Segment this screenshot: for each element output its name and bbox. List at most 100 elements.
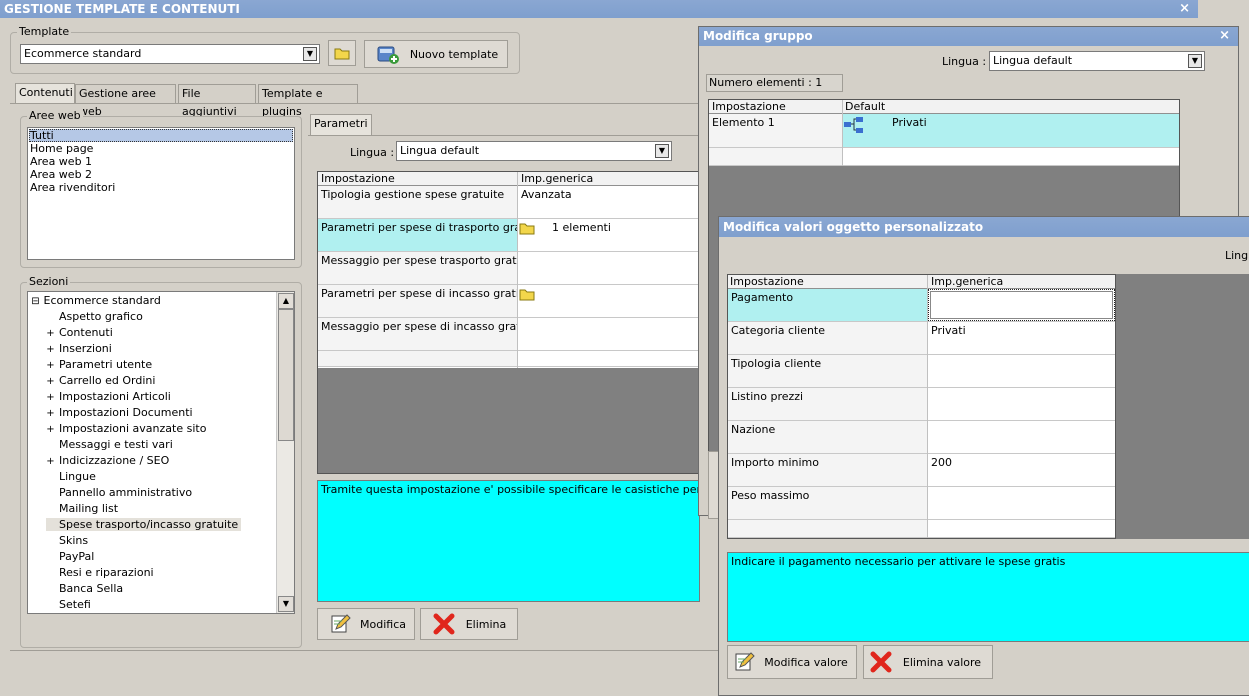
elimina-valore-button[interactable]: Elimina valore [863, 645, 993, 679]
tree-item[interactable]: Banca Sella [46, 582, 123, 595]
lingua-select[interactable]: Lingua default ▼ [396, 141, 672, 161]
table-cell: Messaggio per spese di incasso gratis [318, 318, 517, 350]
tree-item[interactable]: + Inserzioni [46, 342, 112, 355]
modifica-button[interactable]: Modifica [317, 608, 415, 640]
chevron-down-icon[interactable]: ▼ [303, 47, 317, 61]
expand-icon[interactable]: + [46, 360, 55, 371]
tree-item[interactable]: + Carrello ed Ordini [46, 374, 155, 387]
list-item[interactable]: Home page [30, 142, 93, 155]
tree-item[interactable]: + Impostazioni Documenti [46, 406, 192, 419]
gruppo-lingua-select[interactable]: Lingua default ▼ [989, 51, 1205, 71]
table-row[interactable]: Pagamento [728, 289, 1115, 322]
elimina-button[interactable]: Elimina [420, 608, 518, 640]
table-row[interactable]: Messaggio per spese di incasso gratis [318, 318, 699, 351]
scroll-up-icon[interactable]: ▲ [278, 293, 294, 309]
tree-item-label: Resi e riparazioni [59, 566, 154, 579]
modifica-label: Modifica [360, 617, 406, 631]
expand-icon[interactable]: + [46, 328, 55, 339]
list-item[interactable]: Tutti [30, 129, 54, 142]
expand-icon[interactable]: + [46, 376, 55, 387]
tree-item[interactable]: Mailing list [46, 502, 118, 515]
table-cell-value[interactable] [928, 388, 1115, 420]
open-template-button[interactable] [328, 40, 356, 66]
list-item[interactable]: Area web 2 [30, 168, 92, 181]
list-item[interactable]: Area rivenditori [30, 181, 115, 194]
oggetto-titlebar: Modifica valori oggetto personalizzato [719, 217, 1249, 237]
collapse-icon[interactable]: ⊟ [31, 296, 40, 307]
tree-item[interactable]: + Parametri utente [46, 358, 152, 371]
tree-item[interactable]: + Contenuti [46, 326, 112, 339]
table-cell-value[interactable]: 1 elementi [518, 219, 699, 251]
table-row[interactable]: Elemento 1 Privati [709, 114, 1179, 148]
expand-icon[interactable]: + [46, 392, 55, 403]
tree-item[interactable]: PayPal [46, 550, 94, 563]
tree-item[interactable]: Messaggi e testi vari [46, 438, 173, 451]
tab-contenuti[interactable]: Contenuti [15, 83, 75, 104]
tab-gestione-aree-web[interactable]: Gestione aree web [75, 84, 176, 118]
new-template-button[interactable]: Nuovo template [364, 40, 508, 68]
table-row[interactable]: Peso massimo [728, 487, 1115, 520]
table-row[interactable]: Tipologia gestione spese gratuite Avanzat… [318, 186, 699, 219]
tree-item[interactable]: Setefi [46, 598, 91, 611]
oggetto-grid: Impostazione Imp.generica Pagamento Categ… [727, 274, 1116, 539]
modifica-valore-button[interactable]: Modifica valore [727, 645, 857, 679]
table-cell-value[interactable] [518, 318, 699, 350]
tab-template-e-plugins[interactable]: Template e plugins [258, 84, 358, 118]
tree-item[interactable]: Lingue [46, 470, 96, 483]
table-cell-value[interactable] [518, 285, 699, 317]
table-cell: Parametri per spese di incasso gratis [318, 285, 517, 317]
table-cell-value[interactable] [928, 289, 1115, 321]
tree-item-label: Aspetto grafico [59, 310, 143, 323]
table-cell: Messaggio per spese trasporto gratis [318, 252, 517, 284]
expand-icon[interactable]: + [46, 424, 55, 435]
tab-file-aggiuntivi[interactable]: File aggiuntivi [178, 84, 256, 118]
chevron-down-icon[interactable]: ▼ [1188, 54, 1202, 68]
expand-icon[interactable]: + [46, 456, 55, 467]
table-row[interactable]: Tipologia cliente [728, 355, 1115, 388]
gruppo-lingua-label: Lingua : [942, 55, 987, 68]
tree-root-label: Ecommerce standard [43, 294, 161, 307]
tree-root[interactable]: ⊟ Ecommerce standard [31, 294, 161, 307]
table-cell-value[interactable] [928, 487, 1115, 519]
scrollbar[interactable]: ▲ ▼ [276, 292, 294, 613]
table-row[interactable]: Categoria cliente Privati [728, 322, 1115, 355]
table-cell [318, 351, 517, 366]
table-cell-value[interactable] [518, 252, 699, 284]
table-row[interactable]: Messaggio per spese trasporto gratis [318, 252, 699, 285]
table-cell-value[interactable] [928, 355, 1115, 387]
tree-item[interactable]: Pannello amministrativo [46, 486, 192, 499]
table-cell: Categoria cliente [728, 322, 927, 354]
chevron-down-icon[interactable]: ▼ [655, 144, 669, 158]
tree-item-label: Pannello amministrativo [59, 486, 193, 499]
template-select[interactable]: Ecommerce standard ▼ [20, 44, 320, 64]
tree-item[interactable]: Aspetto grafico [46, 310, 143, 323]
table-row[interactable]: Listino prezzi [728, 388, 1115, 421]
table-cell-value[interactable]: Privati [928, 322, 1115, 354]
table-row[interactable]: Importo minimo 200 [728, 454, 1115, 487]
table-cell-value[interactable] [928, 421, 1115, 453]
scroll-thumb[interactable] [278, 309, 294, 441]
list-item[interactable]: Area web 1 [30, 155, 92, 168]
table-cell-value[interactable]: Privati [842, 114, 1179, 147]
expand-icon[interactable]: + [46, 344, 55, 355]
oggetto-header-impostazione: Impostazione [730, 275, 804, 288]
table-cell-value[interactable]: 200 [928, 454, 1115, 486]
close-icon[interactable]: × [1179, 0, 1190, 18]
tree-item-label: Messaggi e testi vari [59, 438, 173, 451]
expand-icon[interactable]: + [46, 408, 55, 419]
oggetto-grid-dark [1116, 274, 1249, 539]
list-item-selected[interactable] [29, 129, 293, 142]
tree-item[interactable]: + Impostazioni avanzate sito [46, 422, 206, 435]
tree-item[interactable]: + Indicizzazione / SEO [46, 454, 169, 467]
table-row[interactable]: Parametri per spese di incasso gratis [318, 285, 699, 318]
scroll-down-icon[interactable]: ▼ [278, 596, 294, 612]
close-icon[interactable]: × [1219, 27, 1230, 45]
tab-parametri[interactable]: Parametri [310, 114, 372, 136]
tree-item[interactable]: Spese trasporto/incasso gratuite [46, 518, 242, 531]
tree-item[interactable]: Resi e riparazioni [46, 566, 154, 579]
tree-item[interactable]: + Impostazioni Articoli [46, 390, 171, 403]
table-row[interactable]: Nazione [728, 421, 1115, 454]
tree-item[interactable]: Skins [46, 534, 88, 547]
table-cell-value[interactable]: Avanzata [518, 186, 699, 218]
table-row[interactable]: Parametri per spese di trasporto gratis 1… [318, 219, 699, 252]
